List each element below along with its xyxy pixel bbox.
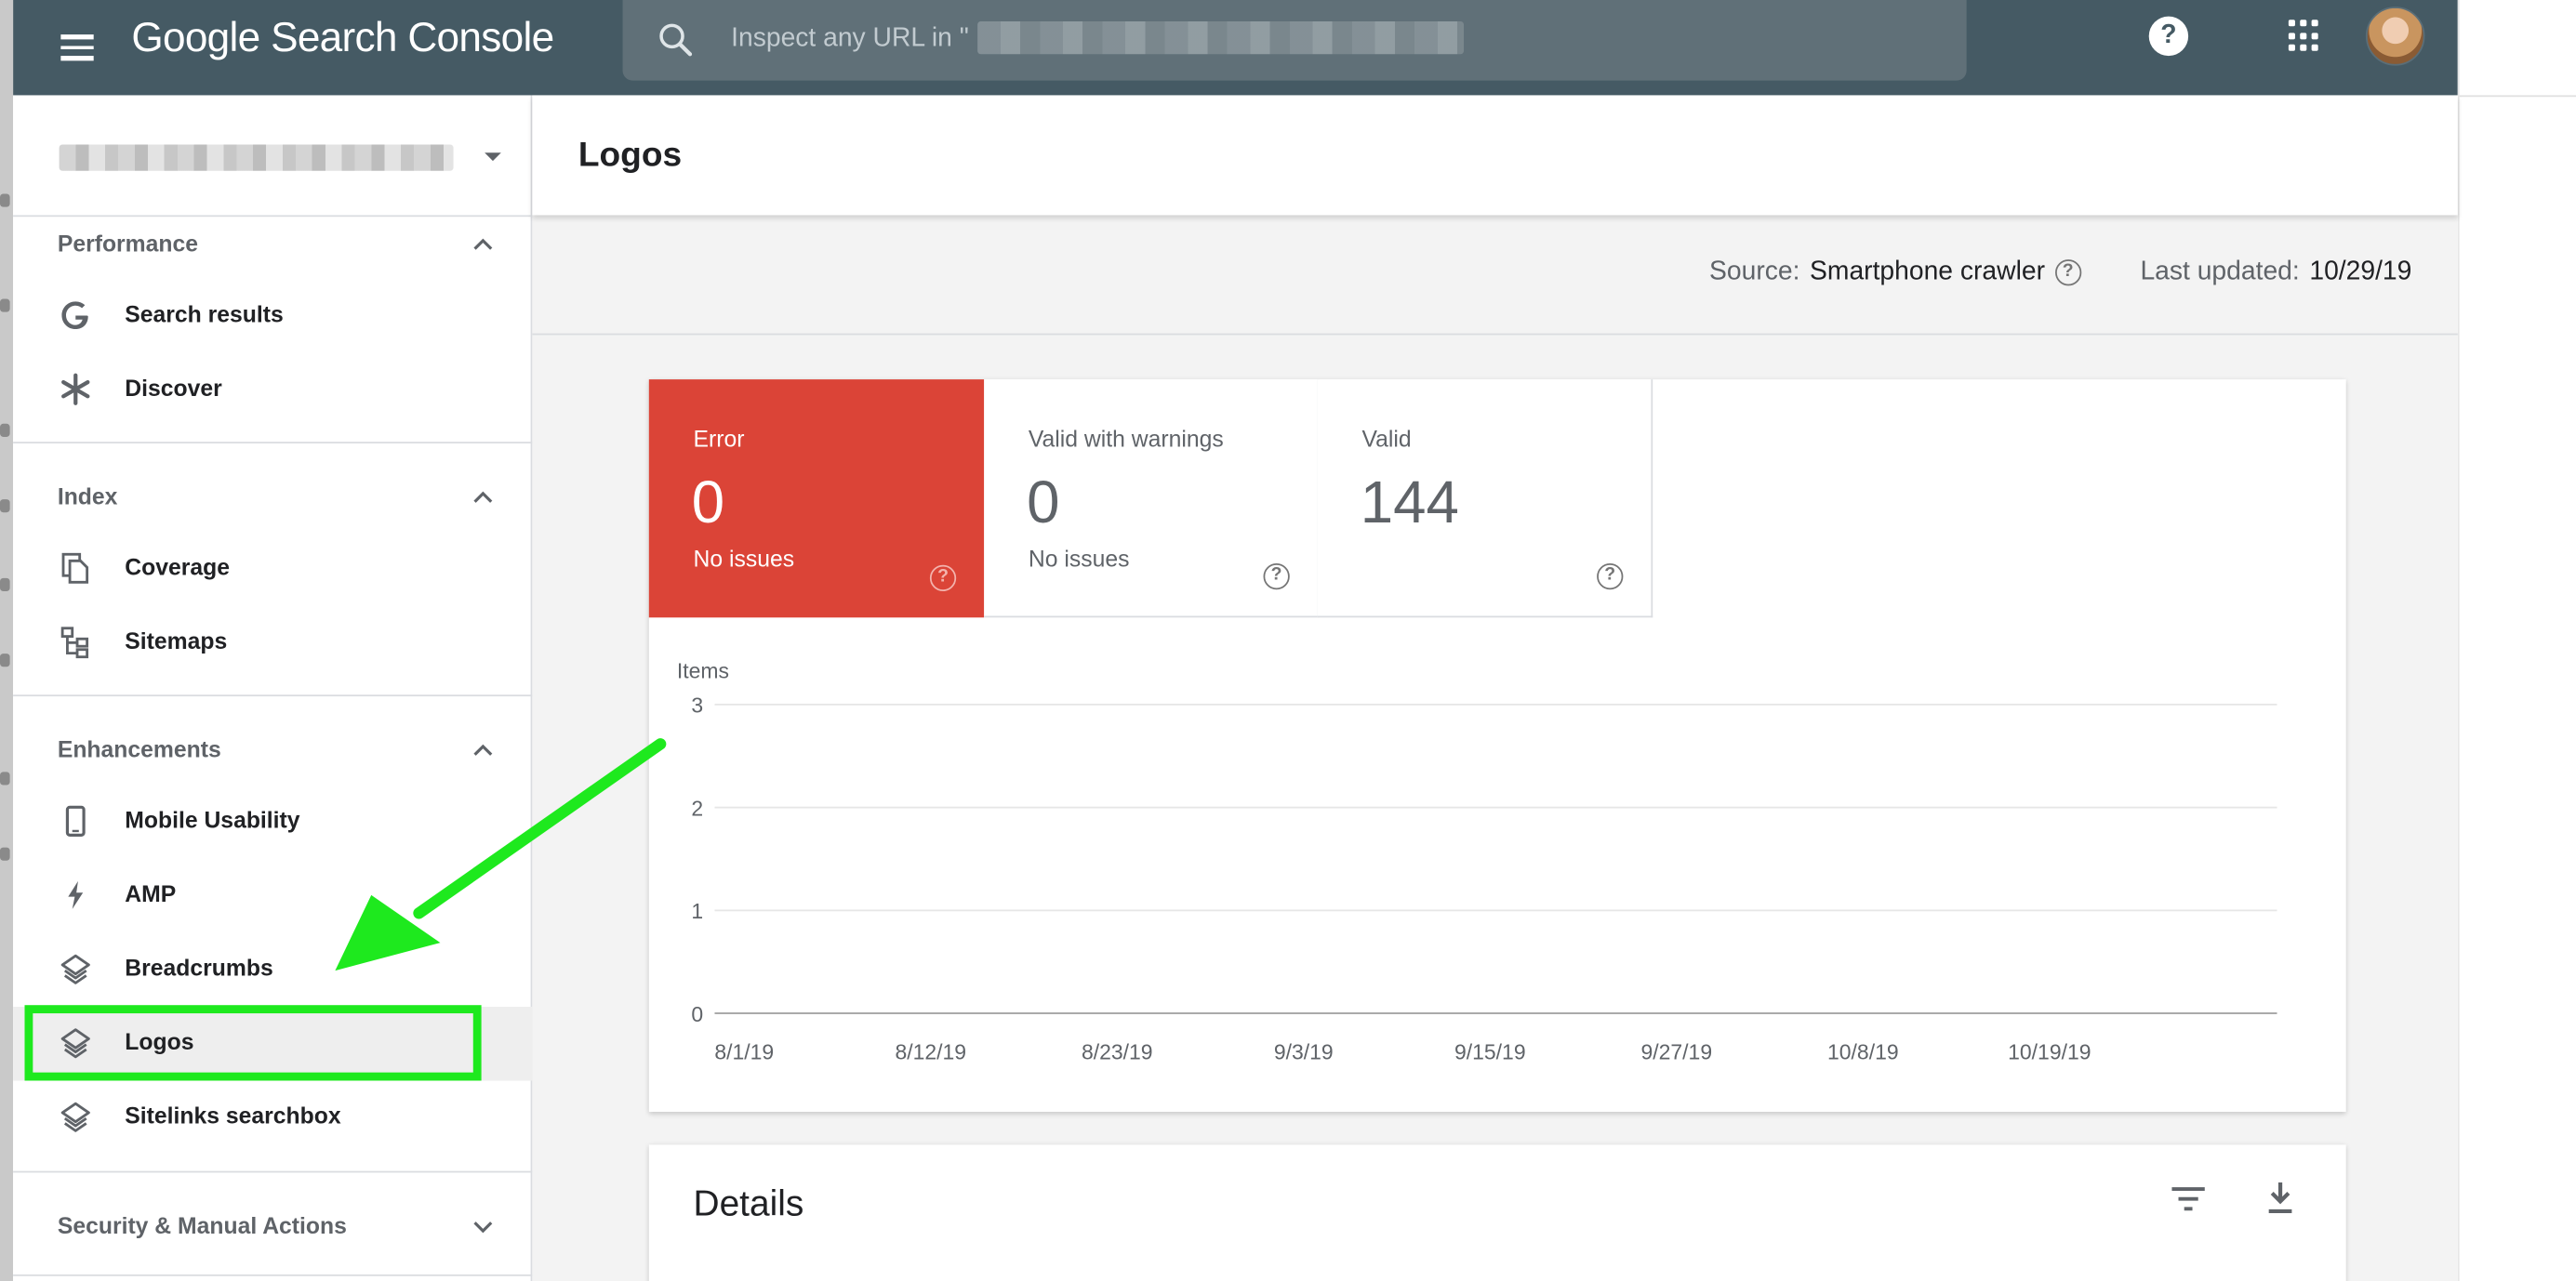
screenshot-stage: Google Search Console Inspect any URL in… (0, 0, 2576, 1281)
annotation-highlight-box (24, 1005, 482, 1081)
annotation-arrow (335, 738, 667, 971)
